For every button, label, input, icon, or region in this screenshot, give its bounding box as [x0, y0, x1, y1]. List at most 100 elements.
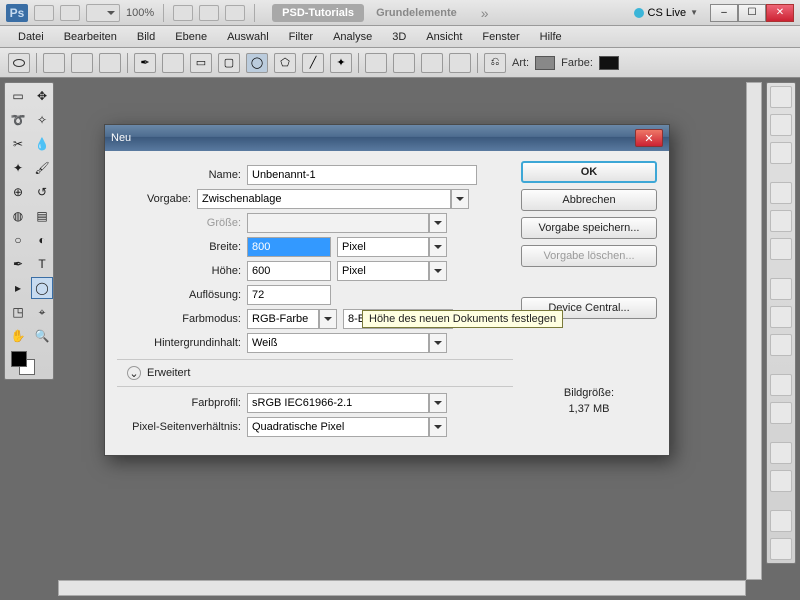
color-swatches[interactable]	[7, 349, 53, 377]
background-select[interactable]	[247, 333, 429, 353]
horizontal-scrollbar[interactable]	[58, 580, 746, 596]
preset-select[interactable]	[197, 189, 451, 209]
path-new-icon[interactable]	[43, 53, 65, 73]
heal-tool[interactable]: ✦	[7, 157, 29, 179]
screen-mode-icon[interactable]	[225, 5, 245, 21]
zoom-level[interactable]: 100%	[126, 7, 154, 19]
br-icon[interactable]	[34, 5, 54, 21]
dialog-titlebar[interactable]: Neu ✕	[105, 125, 669, 151]
rect-icon[interactable]: ▭	[190, 53, 212, 73]
width-unit-select[interactable]	[337, 237, 429, 257]
type-tool[interactable]: T	[31, 253, 53, 275]
save-preset-button[interactable]: Vorgabe speichern...	[521, 217, 657, 239]
crop-tool[interactable]: ✂	[7, 133, 29, 155]
wand-tool[interactable]: ✧	[31, 109, 53, 131]
panel-icon[interactable]	[770, 402, 792, 424]
colormode-select[interactable]	[247, 309, 319, 329]
combine-add-icon[interactable]	[365, 53, 387, 73]
chevron-down-icon[interactable]	[319, 309, 337, 329]
more-workspaces-icon[interactable]: »	[481, 5, 489, 21]
menu-filter[interactable]: Filter	[279, 28, 323, 46]
combine-exclude-icon[interactable]	[449, 53, 471, 73]
eyedropper-tool[interactable]: 💧	[31, 133, 53, 155]
pixelaspect-select[interactable]	[247, 417, 429, 437]
zoom-tool[interactable]: 🔍	[31, 325, 53, 347]
name-input[interactable]	[247, 165, 477, 185]
vertical-scrollbar[interactable]	[746, 82, 762, 580]
menu-3d[interactable]: 3D	[382, 28, 416, 46]
freeform-icon[interactable]	[162, 53, 184, 73]
menu-ansicht[interactable]: Ansicht	[416, 28, 472, 46]
panel-icon[interactable]	[770, 470, 792, 492]
menu-hilfe[interactable]: Hilfe	[530, 28, 572, 46]
lasso-tool[interactable]: ➰	[7, 109, 29, 131]
panel-icon[interactable]	[770, 114, 792, 136]
move-tool[interactable]: ✥	[31, 85, 53, 107]
panel-icon[interactable]	[770, 278, 792, 300]
chevron-down-icon[interactable]	[429, 333, 447, 353]
panel-icon[interactable]	[770, 210, 792, 232]
menu-datei[interactable]: Datei	[8, 28, 54, 46]
height-unit-select[interactable]	[337, 261, 429, 281]
ok-button[interactable]: OK	[521, 161, 657, 183]
workspace-tab-active[interactable]: PSD-Tutorials	[272, 4, 364, 22]
menu-analyse[interactable]: Analyse	[323, 28, 382, 46]
stamp-tool[interactable]: ⊕	[7, 181, 29, 203]
blur-tool[interactable]: ○	[7, 229, 29, 251]
rounded-rect-icon[interactable]: ▢	[218, 53, 240, 73]
menu-ebene[interactable]: Ebene	[165, 28, 217, 46]
panel-icon[interactable]	[770, 442, 792, 464]
layout-dropdown[interactable]	[86, 4, 120, 22]
mb-icon[interactable]	[60, 5, 80, 21]
style-swatch[interactable]	[535, 56, 555, 70]
marquee-tool[interactable]: ▭	[7, 85, 29, 107]
shape-tool[interactable]: ◯	[31, 277, 53, 299]
panel-icon[interactable]	[770, 538, 792, 560]
cancel-button[interactable]: Abbrechen	[521, 189, 657, 211]
panel-icon[interactable]	[770, 306, 792, 328]
resolution-input[interactable]	[247, 285, 331, 305]
link-icon[interactable]: ⎌	[484, 53, 506, 73]
panel-icon[interactable]	[770, 86, 792, 108]
line-icon[interactable]: ╱	[302, 53, 324, 73]
history-brush-tool[interactable]: ↺	[31, 181, 53, 203]
panel-icon[interactable]	[770, 334, 792, 356]
menu-bild[interactable]: Bild	[127, 28, 165, 46]
chevron-down-icon[interactable]	[429, 237, 447, 257]
width-input[interactable]	[247, 237, 331, 257]
3d-camera-tool[interactable]: ⌖	[31, 301, 53, 323]
brush-tool[interactable]: 🖌	[31, 157, 53, 179]
chevron-down-icon[interactable]	[429, 261, 447, 281]
dodge-tool[interactable]: ◐	[31, 229, 53, 251]
panel-icon[interactable]	[770, 182, 792, 204]
combine-subtract-icon[interactable]	[393, 53, 415, 73]
chevron-down-icon[interactable]	[429, 393, 447, 413]
panel-icon[interactable]	[770, 142, 792, 164]
minimize-button[interactable]: –	[710, 4, 738, 22]
extras-icon[interactable]	[199, 5, 219, 21]
dialog-close-button[interactable]: ✕	[635, 129, 663, 147]
pen-tool[interactable]: ✒	[7, 253, 29, 275]
chevron-down-icon[interactable]	[429, 417, 447, 437]
color-swatch[interactable]	[599, 56, 619, 70]
close-app-button[interactable]: ✕	[766, 4, 794, 22]
advanced-toggle[interactable]: ⌄ Erweitert	[127, 366, 513, 380]
gradient-tool[interactable]: ▤	[31, 205, 53, 227]
panel-icon[interactable]	[770, 238, 792, 260]
workspace-tab[interactable]: Grundelemente	[366, 4, 467, 22]
polygon-icon[interactable]: ⬠	[274, 53, 296, 73]
3d-tool[interactable]: ◳	[7, 301, 29, 323]
path-select-tool[interactable]: ▸	[7, 277, 29, 299]
chevron-down-icon[interactable]	[451, 189, 469, 209]
maximize-button[interactable]: ☐	[738, 4, 766, 22]
menu-bearbeiten[interactable]: Bearbeiten	[54, 28, 127, 46]
panel-icon[interactable]	[770, 374, 792, 396]
fill-pixels-icon[interactable]	[99, 53, 121, 73]
panel-icon[interactable]	[770, 510, 792, 532]
view-tool-icon[interactable]	[173, 5, 193, 21]
cs-live-menu[interactable]: CS Live ▼	[634, 7, 698, 19]
combine-intersect-icon[interactable]	[421, 53, 443, 73]
path-mode-icon[interactable]	[71, 53, 93, 73]
ellipse-icon[interactable]: ◯	[246, 53, 268, 73]
menu-fenster[interactable]: Fenster	[472, 28, 529, 46]
